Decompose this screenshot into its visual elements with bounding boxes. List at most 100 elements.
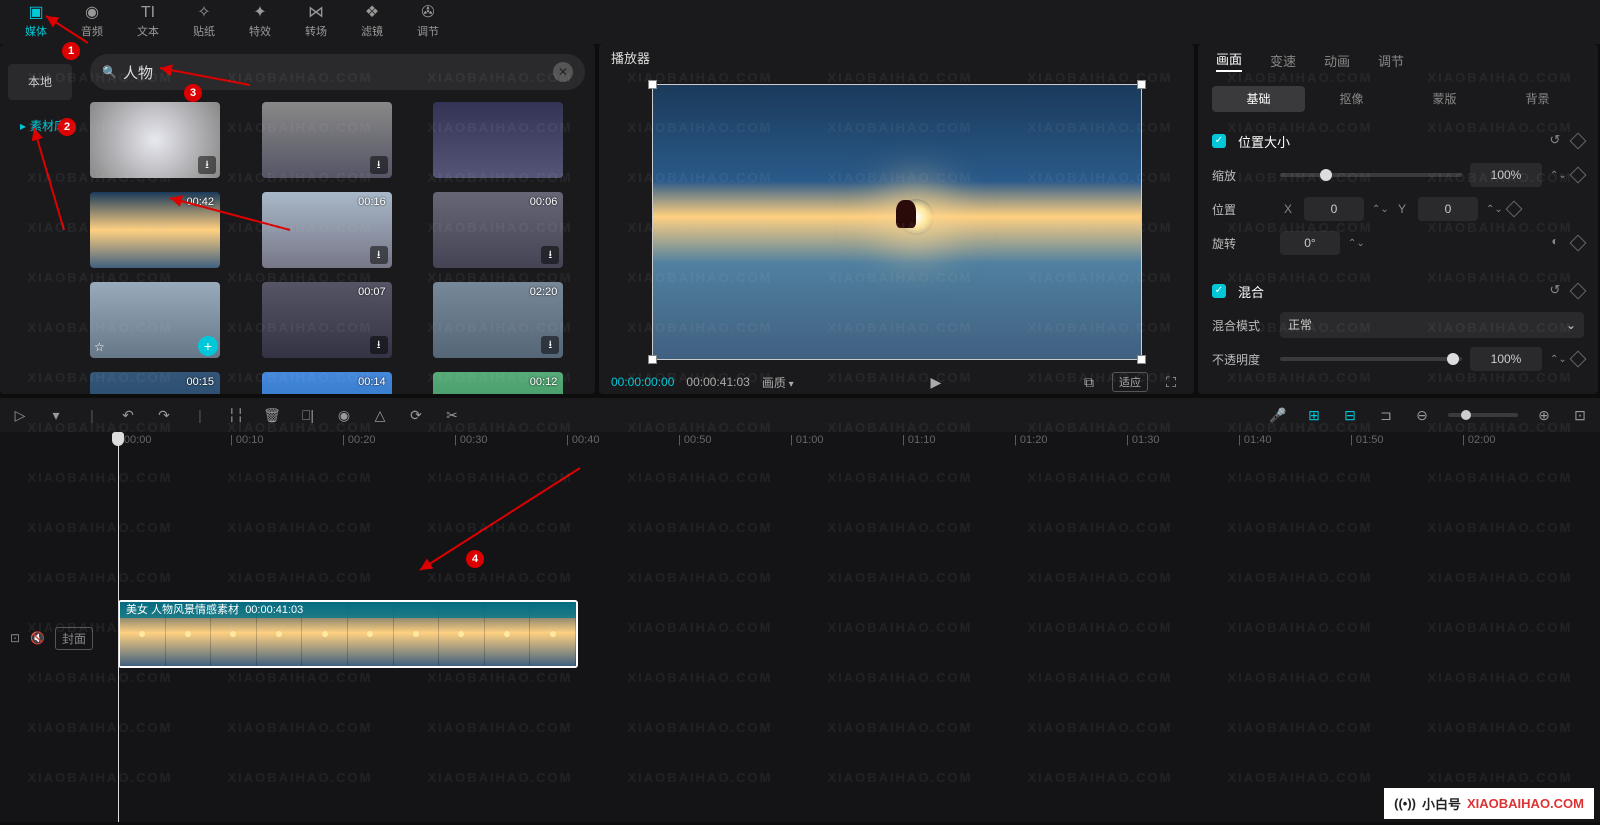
download-icon[interactable]: ⭳ xyxy=(541,246,559,264)
media-thumb-5[interactable]: 00:06⭳ xyxy=(433,192,563,268)
record-icon[interactable]: ◉ xyxy=(334,407,354,424)
download-icon[interactable]: ⭳ xyxy=(370,156,388,174)
add-icon[interactable]: + xyxy=(198,336,218,356)
download-icon[interactable]: ⭳ xyxy=(370,246,388,264)
scale-stepper[interactable]: ⌃⌄ xyxy=(1550,170,1564,181)
download-icon[interactable]: ⭳ xyxy=(370,336,388,354)
zoom-fit-icon[interactable]: ⊡ xyxy=(1570,407,1590,424)
delete-icon[interactable]: 🗑 xyxy=(262,407,282,424)
media-thumb-10[interactable]: 00:14 xyxy=(262,372,392,394)
pos-keyframe-icon[interactable] xyxy=(1506,201,1523,218)
media-thumb-0[interactable]: ⭳ xyxy=(90,102,220,178)
subtab-cutout[interactable]: 抠像 xyxy=(1305,86,1398,112)
undo-icon[interactable]: ↶ xyxy=(118,407,138,424)
blend-reset-icon[interactable]: ↺ xyxy=(1546,282,1564,300)
ratio-button[interactable]: 适应 xyxy=(1112,372,1148,392)
tab-audio[interactable]: ◉音频 xyxy=(64,2,120,42)
media-thumb-11[interactable]: 00:12 xyxy=(433,372,563,394)
scale-slider[interactable] xyxy=(1280,173,1462,177)
subtab-basic[interactable]: 基础 xyxy=(1212,86,1305,112)
compare-icon[interactable]: ⧉ xyxy=(1078,374,1100,391)
reset-icon[interactable]: ↺ xyxy=(1546,132,1564,150)
resize-handle-tr[interactable] xyxy=(1137,80,1146,89)
scale-keyframe-icon[interactable] xyxy=(1570,167,1587,184)
tracks-area[interactable]: ⊡ 🔇 封面 美女 人物风景情感素材 00:00:41:03 xyxy=(0,452,1600,822)
tab-adjust[interactable]: ✇调节 xyxy=(400,2,456,42)
track-lock-icon[interactable]: ⊡ xyxy=(10,631,20,645)
magnet-on-icon[interactable]: ⊞ xyxy=(1304,407,1324,424)
insp-tab-anim[interactable]: 动画 xyxy=(1324,51,1350,70)
rotate-icon[interactable]: ⟳ xyxy=(406,407,426,424)
insp-tab-picture[interactable]: 画面 xyxy=(1216,49,1242,72)
rot-stepper[interactable]: ⌃⌄ xyxy=(1348,238,1362,249)
pos-x-value[interactable]: 0 xyxy=(1304,197,1364,221)
zoom-out-icon[interactable]: ⊖ xyxy=(1412,407,1432,424)
align-icon[interactable]: ⊐ xyxy=(1376,407,1396,424)
media-thumb-9[interactable]: 00:15 xyxy=(90,372,220,394)
scale-value[interactable]: 100% xyxy=(1470,163,1542,187)
rot-keyframe-icon[interactable] xyxy=(1570,235,1587,252)
select-tool-icon[interactable]: ▷ xyxy=(10,407,30,424)
link-on-icon[interactable]: ⊟ xyxy=(1340,407,1360,424)
playhead[interactable] xyxy=(118,432,119,822)
media-thumb-8[interactable]: 02:20⭳ xyxy=(433,282,563,358)
video-clip[interactable]: 美女 人物风景情感素材 00:00:41:03 xyxy=(118,600,578,668)
timeline-ruler[interactable]: | 00:00| 00:10| 00:20| 00:30| 00:40| 00:… xyxy=(0,432,1600,452)
rot-value[interactable]: 0° xyxy=(1280,231,1340,255)
opacity-keyframe-icon[interactable] xyxy=(1570,351,1587,368)
blend-mode-select[interactable]: 正常 ⌄ xyxy=(1280,312,1584,338)
split-icon[interactable]: ╎╎ xyxy=(226,407,246,424)
search-clear-icon[interactable]: ✕ xyxy=(553,62,573,82)
track-mute-icon[interactable]: 🔇 xyxy=(30,631,45,645)
pos-x-stepper[interactable]: ⌃⌄ xyxy=(1372,204,1386,215)
select-dropdown-icon[interactable]: ▾ xyxy=(46,407,66,424)
crop-left-icon[interactable]: ⎕| xyxy=(298,407,318,424)
zoom-slider[interactable] xyxy=(1448,413,1518,417)
pos-y-value[interactable]: 0 xyxy=(1418,197,1478,221)
search-icon: 🔍 xyxy=(102,65,117,79)
check-pos-size[interactable]: ✓ xyxy=(1212,134,1226,148)
media-thumb-7[interactable]: 00:07⭳ xyxy=(262,282,392,358)
tab-filter[interactable]: ❖滤镜 xyxy=(344,2,400,42)
quality-dropdown[interactable]: 画质 xyxy=(762,374,794,391)
player-canvas[interactable] xyxy=(652,84,1142,360)
media-thumb-2[interactable] xyxy=(433,102,563,178)
tab-transition[interactable]: ⋈转场 xyxy=(288,2,344,42)
resize-handle-tl[interactable] xyxy=(648,80,657,89)
opacity-stepper[interactable]: ⌃⌄ xyxy=(1550,354,1564,365)
zoom-in-icon[interactable]: ⊕ xyxy=(1534,407,1554,424)
insp-tab-speed[interactable]: 变速 xyxy=(1270,51,1296,70)
pos-y-stepper[interactable]: ⌃⌄ xyxy=(1486,204,1500,215)
tab-effect[interactable]: ✦特效 xyxy=(232,2,288,42)
download-icon[interactable]: ⭳ xyxy=(541,336,559,354)
media-thumb-6[interactable]: ☆+ xyxy=(90,282,220,358)
media-thumb-4[interactable]: 00:16⭳ xyxy=(262,192,392,268)
opacity-value[interactable]: 100% xyxy=(1470,347,1542,371)
insp-tab-adjust[interactable]: 调节 xyxy=(1378,51,1404,70)
fullscreen-icon[interactable]: ⛶ xyxy=(1160,374,1182,391)
rot-dial-icon[interactable]: ◐ xyxy=(1546,234,1564,252)
tab-media[interactable]: ▣媒体 xyxy=(8,2,64,42)
blend-keyframe-icon[interactable] xyxy=(1570,283,1587,300)
redo-icon[interactable]: ↷ xyxy=(154,407,174,424)
resize-handle-br[interactable] xyxy=(1137,355,1146,364)
media-thumb-3[interactable]: 00:42 xyxy=(90,192,220,268)
resize-handle-bl[interactable] xyxy=(648,355,657,364)
favorite-icon[interactable]: ☆ xyxy=(94,340,105,354)
keyframe-icon[interactable] xyxy=(1570,133,1587,150)
mirror-icon[interactable]: △ xyxy=(370,407,390,424)
tab-text[interactable]: TI文本 xyxy=(120,2,176,42)
mic-icon[interactable]: 🎤 xyxy=(1268,407,1288,424)
subtab-bg[interactable]: 背景 xyxy=(1491,86,1584,112)
side-tab-local[interactable]: 本地 xyxy=(8,64,72,100)
search-input[interactable] xyxy=(123,64,553,81)
cover-button[interactable]: 封面 xyxy=(55,627,93,650)
crop-icon[interactable]: ✂ xyxy=(442,407,462,424)
download-icon[interactable]: ⭳ xyxy=(198,156,216,174)
subtab-mask[interactable]: 蒙版 xyxy=(1398,86,1491,112)
tab-sticker[interactable]: ✧贴纸 xyxy=(176,2,232,42)
check-blend[interactable]: ✓ xyxy=(1212,284,1226,298)
play-button[interactable]: ▶ xyxy=(925,374,947,391)
media-thumb-1[interactable]: ⭳ xyxy=(262,102,392,178)
opacity-slider[interactable] xyxy=(1280,357,1462,361)
